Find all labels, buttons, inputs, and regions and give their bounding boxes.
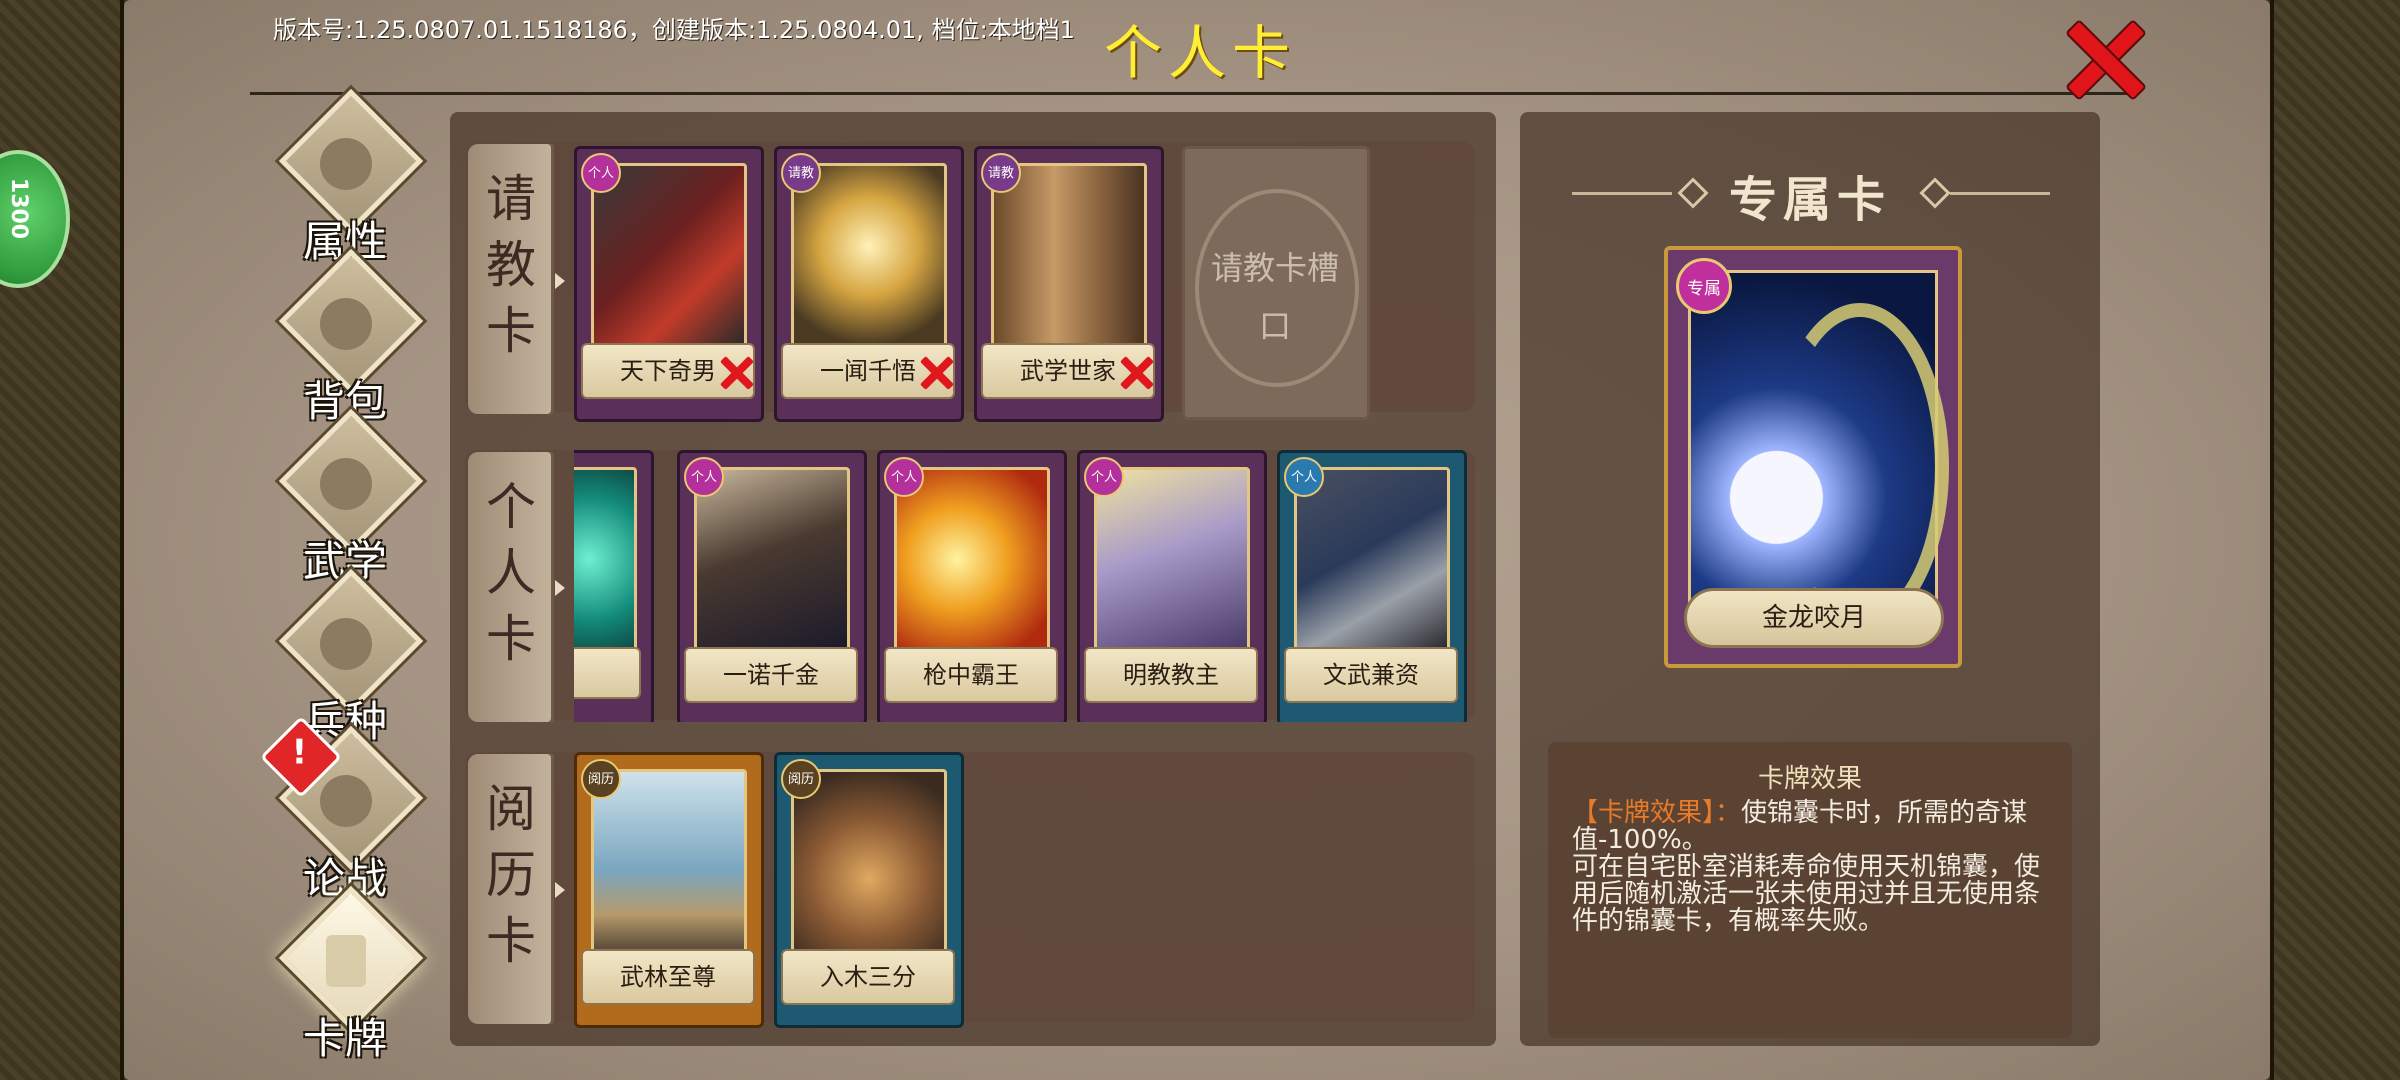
card-type-badge: 阅历 [581, 759, 621, 799]
row-tab-experience[interactable]: 阅 历 卡 [468, 754, 554, 1024]
card-mingjiao-jiaozhu[interactable]: 个人 明教教主 [1077, 450, 1267, 722]
card-type-badge: 请教 [781, 153, 821, 193]
card-yinuo-qianjin[interactable]: 个人 一诺千金 [677, 450, 867, 722]
close-icon[interactable] [2060, 16, 2146, 96]
card-wenwu-jianzi[interactable]: 个人 文武兼资 [1277, 450, 1467, 722]
exclusive-card-jinlong-yaoyue[interactable]: 专属 金龙咬月 [1664, 246, 1962, 668]
card-effect-description: 【卡牌效果】：使锦囊卡时，所需的奇谋值-100%。 可在自宅卧室消耗寿命使用天机… [1572, 798, 2041, 936]
nav-bag[interactable]: 背包 [270, 248, 424, 426]
card-type-badge: 个人 [1084, 457, 1124, 497]
card-wuxue-shijia[interactable]: 请教 武学世家 [974, 146, 1164, 422]
header-divider [250, 92, 2130, 95]
version-info: 版本号:1.25.0807.01.1518186，创建版本:1.25.0804.… [273, 16, 1075, 44]
card-qiangzhong-bawang[interactable]: 个人 枪中霸王 [877, 450, 1067, 722]
dragon-illustration [1771, 303, 1949, 631]
arrow-right-icon [555, 273, 565, 289]
book-icon [320, 458, 372, 510]
card-type-badge: 专属 [1676, 258, 1732, 314]
card-tianxia-qinan[interactable]: 个人 天下奇男 [574, 146, 764, 422]
card-dangmo[interactable]: 荡魔 [574, 450, 654, 722]
card-type-badge: 阅历 [781, 759, 821, 799]
card-type-badge: 个人 [684, 457, 724, 497]
card-type-badge: 个人 [581, 153, 621, 193]
right-border-texture [2270, 0, 2400, 1080]
nav-cards[interactable]: 卡牌 [270, 885, 424, 1063]
page-title: 个人卡 [1103, 19, 1296, 87]
personal-card-scroller[interactable]: 荡魔 个人 一诺千金 个人 枪中霸王 个人 明教教主 个人 文武兼资 [574, 450, 1474, 722]
card-yiwen-qianwu[interactable]: 请教 一闻千悟 [774, 146, 964, 422]
nav-martial-arts[interactable]: 武学 [270, 408, 424, 586]
card-type-badge: 个人 [1284, 457, 1324, 497]
cards-icon [326, 935, 366, 987]
person-icon [320, 138, 372, 190]
remove-icon[interactable] [719, 355, 755, 391]
row-tab-personal[interactable]: 个 人 卡 [468, 452, 554, 722]
card-wulin-zhizun[interactable]: 阅历 武林至尊 [574, 752, 764, 1028]
bag-icon [320, 298, 372, 350]
exclusive-card-title: 专属卡 [1728, 172, 1891, 228]
card-rumu-sanfen[interactable]: 阅历 入木三分 [774, 752, 964, 1028]
chat-bubble-icon [320, 775, 372, 827]
arrow-right-icon [555, 580, 565, 596]
nav-troops[interactable]: 兵种 [270, 568, 424, 746]
remove-icon[interactable] [919, 355, 955, 391]
empty-consult-slot[interactable]: 请教卡槽 口 [1182, 146, 1370, 420]
card-type-badge: 个人 [884, 457, 924, 497]
arrow-right-icon [555, 882, 565, 898]
card-effect-heading: 卡牌效果 [1757, 764, 1862, 794]
remove-icon[interactable] [1119, 355, 1155, 391]
nav-attributes[interactable]: 属性 [270, 88, 424, 266]
cavalry-icon [320, 618, 372, 670]
row-tab-consult[interactable]: 请 教 卡 [468, 144, 554, 414]
card-type-badge: 请教 [981, 153, 1021, 193]
